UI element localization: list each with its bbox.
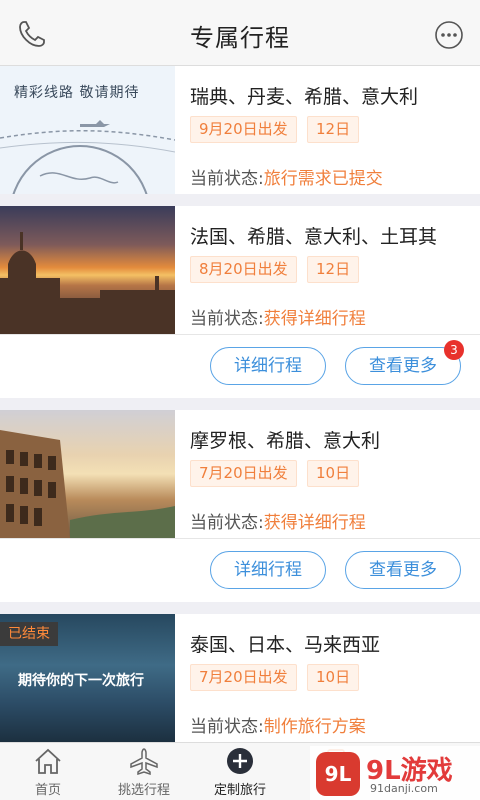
status-label: 当前状态:: [190, 513, 264, 533]
nav-label: 定制旅行: [213, 783, 266, 798]
status-value: 获得详细行程: [263, 309, 366, 329]
watermark-logo: 9L: [316, 752, 360, 796]
departure-date-tag: 7月20日出发: [190, 664, 297, 691]
view-more-button[interactable]: 查看更多 3: [345, 340, 464, 385]
nav-pick-itinerary[interactable]: 挑选行程: [96, 743, 192, 800]
trip-thumbnail: 已结束 期待你的下一次旅行: [0, 614, 175, 742]
nav-home[interactable]: 首页: [0, 743, 96, 800]
page-title: 专属行程: [190, 24, 290, 52]
departure-date-tag: 8月20日出发: [190, 256, 297, 283]
colosseum-illustration: [0, 430, 175, 538]
airplane-icon: [130, 748, 158, 775]
notification-badge: 3: [444, 340, 464, 360]
status-label: 当前状态:: [190, 309, 264, 329]
plus-circle-icon: [227, 748, 253, 774]
nav-label: 首页: [34, 783, 61, 798]
card-actions: 详细行程 查看更多: [0, 538, 480, 602]
top-bar: 专属行程: [0, 0, 480, 66]
status-value: 制作旅行方案: [263, 717, 366, 737]
status-value: 获得详细行程: [263, 513, 366, 533]
status-label: 当前状态:: [190, 169, 264, 189]
trip-status: 当前状态:旅行需求已提交: [190, 164, 383, 189]
rome-skyline: [0, 232, 175, 334]
nav-custom-trip[interactable]: 定制旅行: [192, 743, 288, 800]
duration-tag: 12日: [307, 116, 360, 143]
departure-date-tag: 9月20日出发: [190, 116, 297, 143]
departure-date-tag: 7月20日出发: [190, 460, 297, 487]
ended-badge: 已结束: [0, 622, 58, 646]
trip-status: 当前状态:获得详细行程: [190, 304, 366, 329]
detail-itinerary-button[interactable]: 详细行程: [210, 551, 326, 589]
trip-thumbnail: [0, 410, 175, 538]
status-label: 当前状态:: [190, 717, 264, 737]
trip-status: 当前状态:获得详细行程: [190, 508, 366, 533]
trip-card[interactable]: 已结束 期待你的下一次旅行 泰国、日本、马来西亚 7月20日出发 10日 当前状…: [0, 614, 480, 742]
trip-card[interactable]: 法国、希腊、意大利、土耳其 8月20日出发 12日 当前状态:获得详细行程 详细…: [0, 206, 480, 398]
duration-tag: 10日: [307, 460, 360, 487]
view-more-button[interactable]: 查看更多: [345, 551, 461, 589]
chat-icon[interactable]: [434, 20, 464, 50]
trip-thumbnail: 精彩线路 敬请期待: [0, 66, 175, 194]
trip-destinations: 泰国、日本、马来西亚: [190, 634, 381, 656]
duration-tag: 10日: [307, 664, 360, 691]
trip-status: 当前状态:制作旅行方案: [190, 712, 366, 737]
thumb-slogan: 期待你的下一次旅行: [18, 673, 144, 689]
globe-icon: [0, 120, 175, 194]
trip-destinations: 瑞典、丹麦、希腊、意大利: [190, 86, 419, 108]
duration-tag: 12日: [307, 256, 360, 283]
nav-label: 挑选行程: [117, 783, 170, 798]
watermark-url: 91danji.com: [370, 782, 438, 795]
home-icon: [35, 748, 61, 774]
trip-destinations: 法国、希腊、意大利、土耳其: [190, 226, 438, 248]
site-watermark: 9L 9L游戏 91danji.com: [310, 746, 480, 800]
trip-thumbnail: [0, 206, 175, 334]
view-more-label: 查看更多: [369, 356, 437, 376]
detail-itinerary-button[interactable]: 详细行程: [210, 347, 326, 385]
trip-destinations: 摩罗根、希腊、意大利: [190, 430, 381, 452]
trip-card[interactable]: 精彩线路 敬请期待 瑞典、丹麦、希腊、意大利 9月20日出发 12日 当前状态:…: [0, 66, 480, 194]
trip-card[interactable]: 摩罗根、希腊、意大利 7月20日出发 10日 当前状态:获得详细行程 详细行程 …: [0, 410, 480, 602]
card-actions: 详细行程 查看更多 3: [0, 334, 480, 398]
status-value: 旅行需求已提交: [263, 169, 383, 189]
